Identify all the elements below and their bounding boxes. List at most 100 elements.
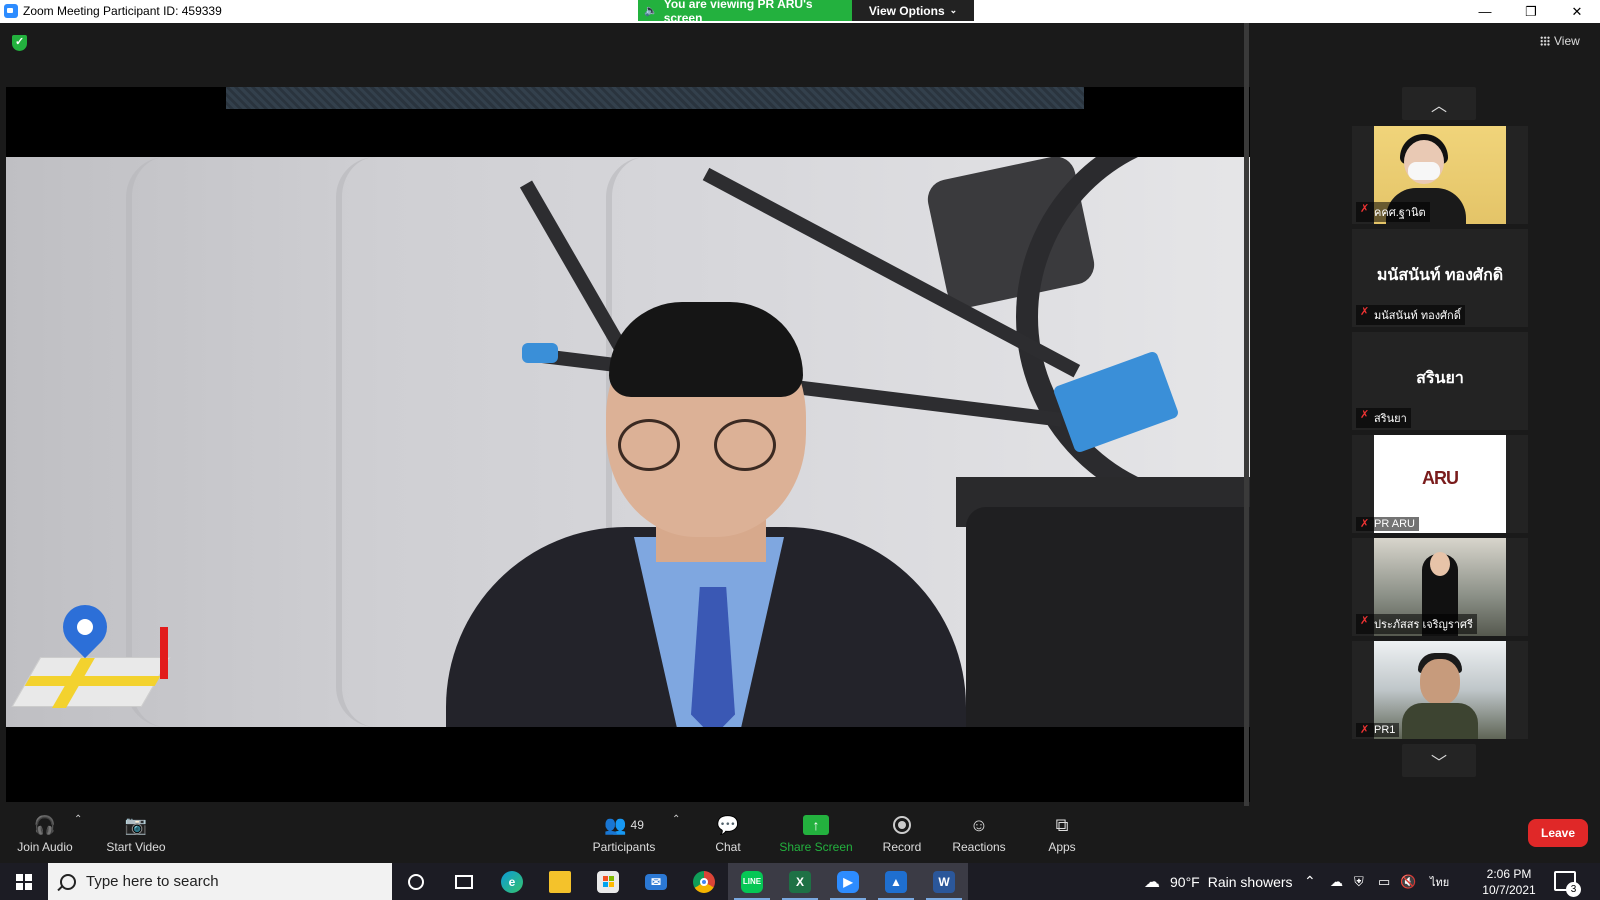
record-button[interactable]: Record	[878, 806, 926, 863]
network-icon[interactable]: ▭	[1378, 863, 1390, 900]
telescope-mount	[966, 507, 1268, 727]
participant-tile[interactable]: ✗ คคศ.ฐานิต	[1352, 126, 1528, 224]
security-tray-icon[interactable]: ⛨	[1354, 863, 1364, 900]
speaker-icon: 🔈	[644, 5, 658, 17]
windows-taskbar: Type here to search e ✉ LINE X ▶ ▲ W ☁ 9…	[0, 863, 1600, 900]
taskbar-search-box[interactable]: Type here to search	[48, 863, 392, 900]
cloud-rain-icon: ☁	[1144, 873, 1160, 891]
view-options-button[interactable]: View Options ⌄	[852, 0, 974, 21]
security-shield-icon[interactable]	[12, 35, 27, 51]
red-marker-bar	[160, 627, 168, 679]
mic-muted-icon: ✗	[1360, 724, 1370, 736]
file-explorer-icon[interactable]	[536, 863, 584, 900]
participant-label: ✗ ประภัสสร เจริญราศรี	[1356, 614, 1477, 634]
record-icon	[893, 816, 911, 834]
panel-divider[interactable]	[1244, 23, 1249, 806]
telescope-ring	[1016, 157, 1268, 517]
participants-button[interactable]: 👥 49 Participants	[592, 806, 656, 863]
gallery-scroll-down-button[interactable]: ﹀	[1402, 744, 1476, 777]
participant-display-name: สรินยา	[1416, 370, 1464, 387]
meeting-toolbar: 🎧 Join Audio ⌃ 📷 Start Video 👥 49 Partic…	[0, 806, 1600, 863]
mic-muted-icon: ✗	[1360, 409, 1370, 421]
photos-icon[interactable]: ▲	[872, 863, 920, 900]
start-button[interactable]	[0, 863, 48, 900]
participant-tile[interactable]: ✗ ประภัสสร เจริญราศรี	[1352, 538, 1528, 636]
clock-date: 10/7/2021	[1482, 883, 1536, 897]
participants-options-caret[interactable]: ⌃	[672, 814, 680, 825]
chrome-icon[interactable]	[680, 863, 728, 900]
word-icon[interactable]: W	[920, 863, 968, 900]
glasses-right	[714, 419, 776, 471]
apps-button[interactable]: ⧉ Apps	[1042, 806, 1082, 863]
share-screen-icon: ↑	[803, 815, 829, 835]
close-button[interactable]: ✕	[1554, 0, 1600, 23]
notification-badge: 3	[1566, 882, 1581, 897]
presenter-video	[6, 157, 1268, 727]
volume-muted-icon[interactable]: 🔇	[1400, 863, 1416, 900]
participant-tile[interactable]: มนัสนันท์ ทองศักดิ ✗ มนัสนันท์ ทองศักดิ์	[1352, 229, 1528, 327]
leave-button[interactable]: Leave	[1528, 819, 1588, 847]
glasses-left	[618, 419, 680, 471]
participants-count: 49	[630, 818, 644, 832]
viewing-banner: 🔈 You are viewing PR ARU's screen	[638, 0, 852, 25]
participants-icon: 👥	[604, 814, 627, 835]
participant-label: ✗ มนัสนันท์ ทองศักดิ์	[1356, 305, 1465, 325]
chat-button[interactable]: 💬 Chat	[708, 806, 748, 863]
share-screen-button[interactable]: ↑ Share Screen	[779, 806, 853, 863]
taskbar-clock[interactable]: 2:06 PM 10/7/2021	[1474, 866, 1544, 898]
gallery-scroll-up-button[interactable]: ︿	[1402, 87, 1476, 120]
restore-button[interactable]: ❐	[1508, 0, 1554, 23]
language-indicator[interactable]: ไทย	[1430, 863, 1449, 900]
window-title: Zoom Meeting Participant ID: 459339	[23, 4, 222, 18]
zoom-icon[interactable]: ▶	[824, 863, 872, 900]
clock-time: 2:06 PM	[1486, 867, 1532, 881]
smiley-icon: ☺	[969, 814, 989, 835]
shared-screen-content	[6, 87, 1268, 802]
chevron-down-icon: ⌄	[949, 5, 958, 15]
participant-tile[interactable]: ARU ✗ PR ARU	[1352, 435, 1528, 533]
start-video-button[interactable]: 📷 Start Video	[104, 806, 168, 863]
mail-icon[interactable]: ✉	[632, 863, 680, 900]
audio-options-caret[interactable]: ⌃	[74, 814, 82, 825]
participant-tile[interactable]: ✗ PR1	[1352, 641, 1528, 739]
edge-icon[interactable]: e	[488, 863, 536, 900]
weather-desc: Rain showers	[1207, 873, 1293, 890]
viewing-banner-text: You are viewing PR ARU's screen	[663, 0, 813, 25]
mic-muted-icon: ✗	[1360, 615, 1370, 627]
weather-widget[interactable]: ☁ 90°F Rain showers	[1144, 863, 1293, 900]
aru-logo: ARU	[1422, 468, 1459, 488]
tray-overflow-caret[interactable]: ⌃	[1304, 863, 1316, 900]
grid-icon	[1540, 36, 1550, 46]
zoom-app-icon	[4, 4, 18, 18]
apps-icon: ⧉	[1055, 814, 1069, 835]
excel-icon[interactable]: X	[776, 863, 824, 900]
search-icon	[60, 873, 76, 890]
participant-label: ✗ คคศ.ฐานิต	[1356, 202, 1430, 222]
shared-screen-top-bar	[226, 87, 1084, 109]
view-options-label: View Options	[868, 3, 945, 18]
title-bar: Zoom Meeting Participant ID: 459339 🔈 Yo…	[0, 0, 1600, 25]
participant-display-name: มนัสนันท์ ทองศักดิ	[1376, 267, 1504, 284]
mic-muted-icon: ✗	[1360, 203, 1370, 215]
chat-icon: 💬	[716, 814, 740, 835]
join-audio-button[interactable]: 🎧 Join Audio	[14, 806, 76, 863]
view-button-label: View	[1554, 34, 1580, 48]
search-placeholder: Type here to search	[86, 873, 219, 890]
weather-temp: 90°F	[1170, 873, 1200, 890]
mic-muted-icon: ✗	[1360, 518, 1370, 530]
view-button[interactable]: View	[1540, 34, 1580, 48]
onedrive-icon[interactable]: ☁	[1330, 863, 1343, 900]
headphones-icon: 🎧	[33, 814, 57, 835]
video-off-icon: 📷	[124, 814, 148, 835]
cortana-icon[interactable]	[392, 863, 440, 900]
chevron-down-icon: ﹀	[1430, 754, 1447, 772]
minimize-button[interactable]: —	[1462, 0, 1508, 23]
line-icon[interactable]: LINE	[728, 863, 776, 900]
task-view-icon[interactable]	[440, 863, 488, 900]
participant-label: ✗ PR ARU	[1356, 517, 1419, 531]
windows-logo-icon	[16, 873, 32, 890]
store-icon[interactable]	[584, 863, 632, 900]
reactions-button[interactable]: ☺ Reactions	[950, 806, 1008, 863]
participant-tile[interactable]: สรินยา ✗ สรินยา	[1352, 332, 1528, 430]
shared-screen-stage	[0, 23, 1274, 806]
